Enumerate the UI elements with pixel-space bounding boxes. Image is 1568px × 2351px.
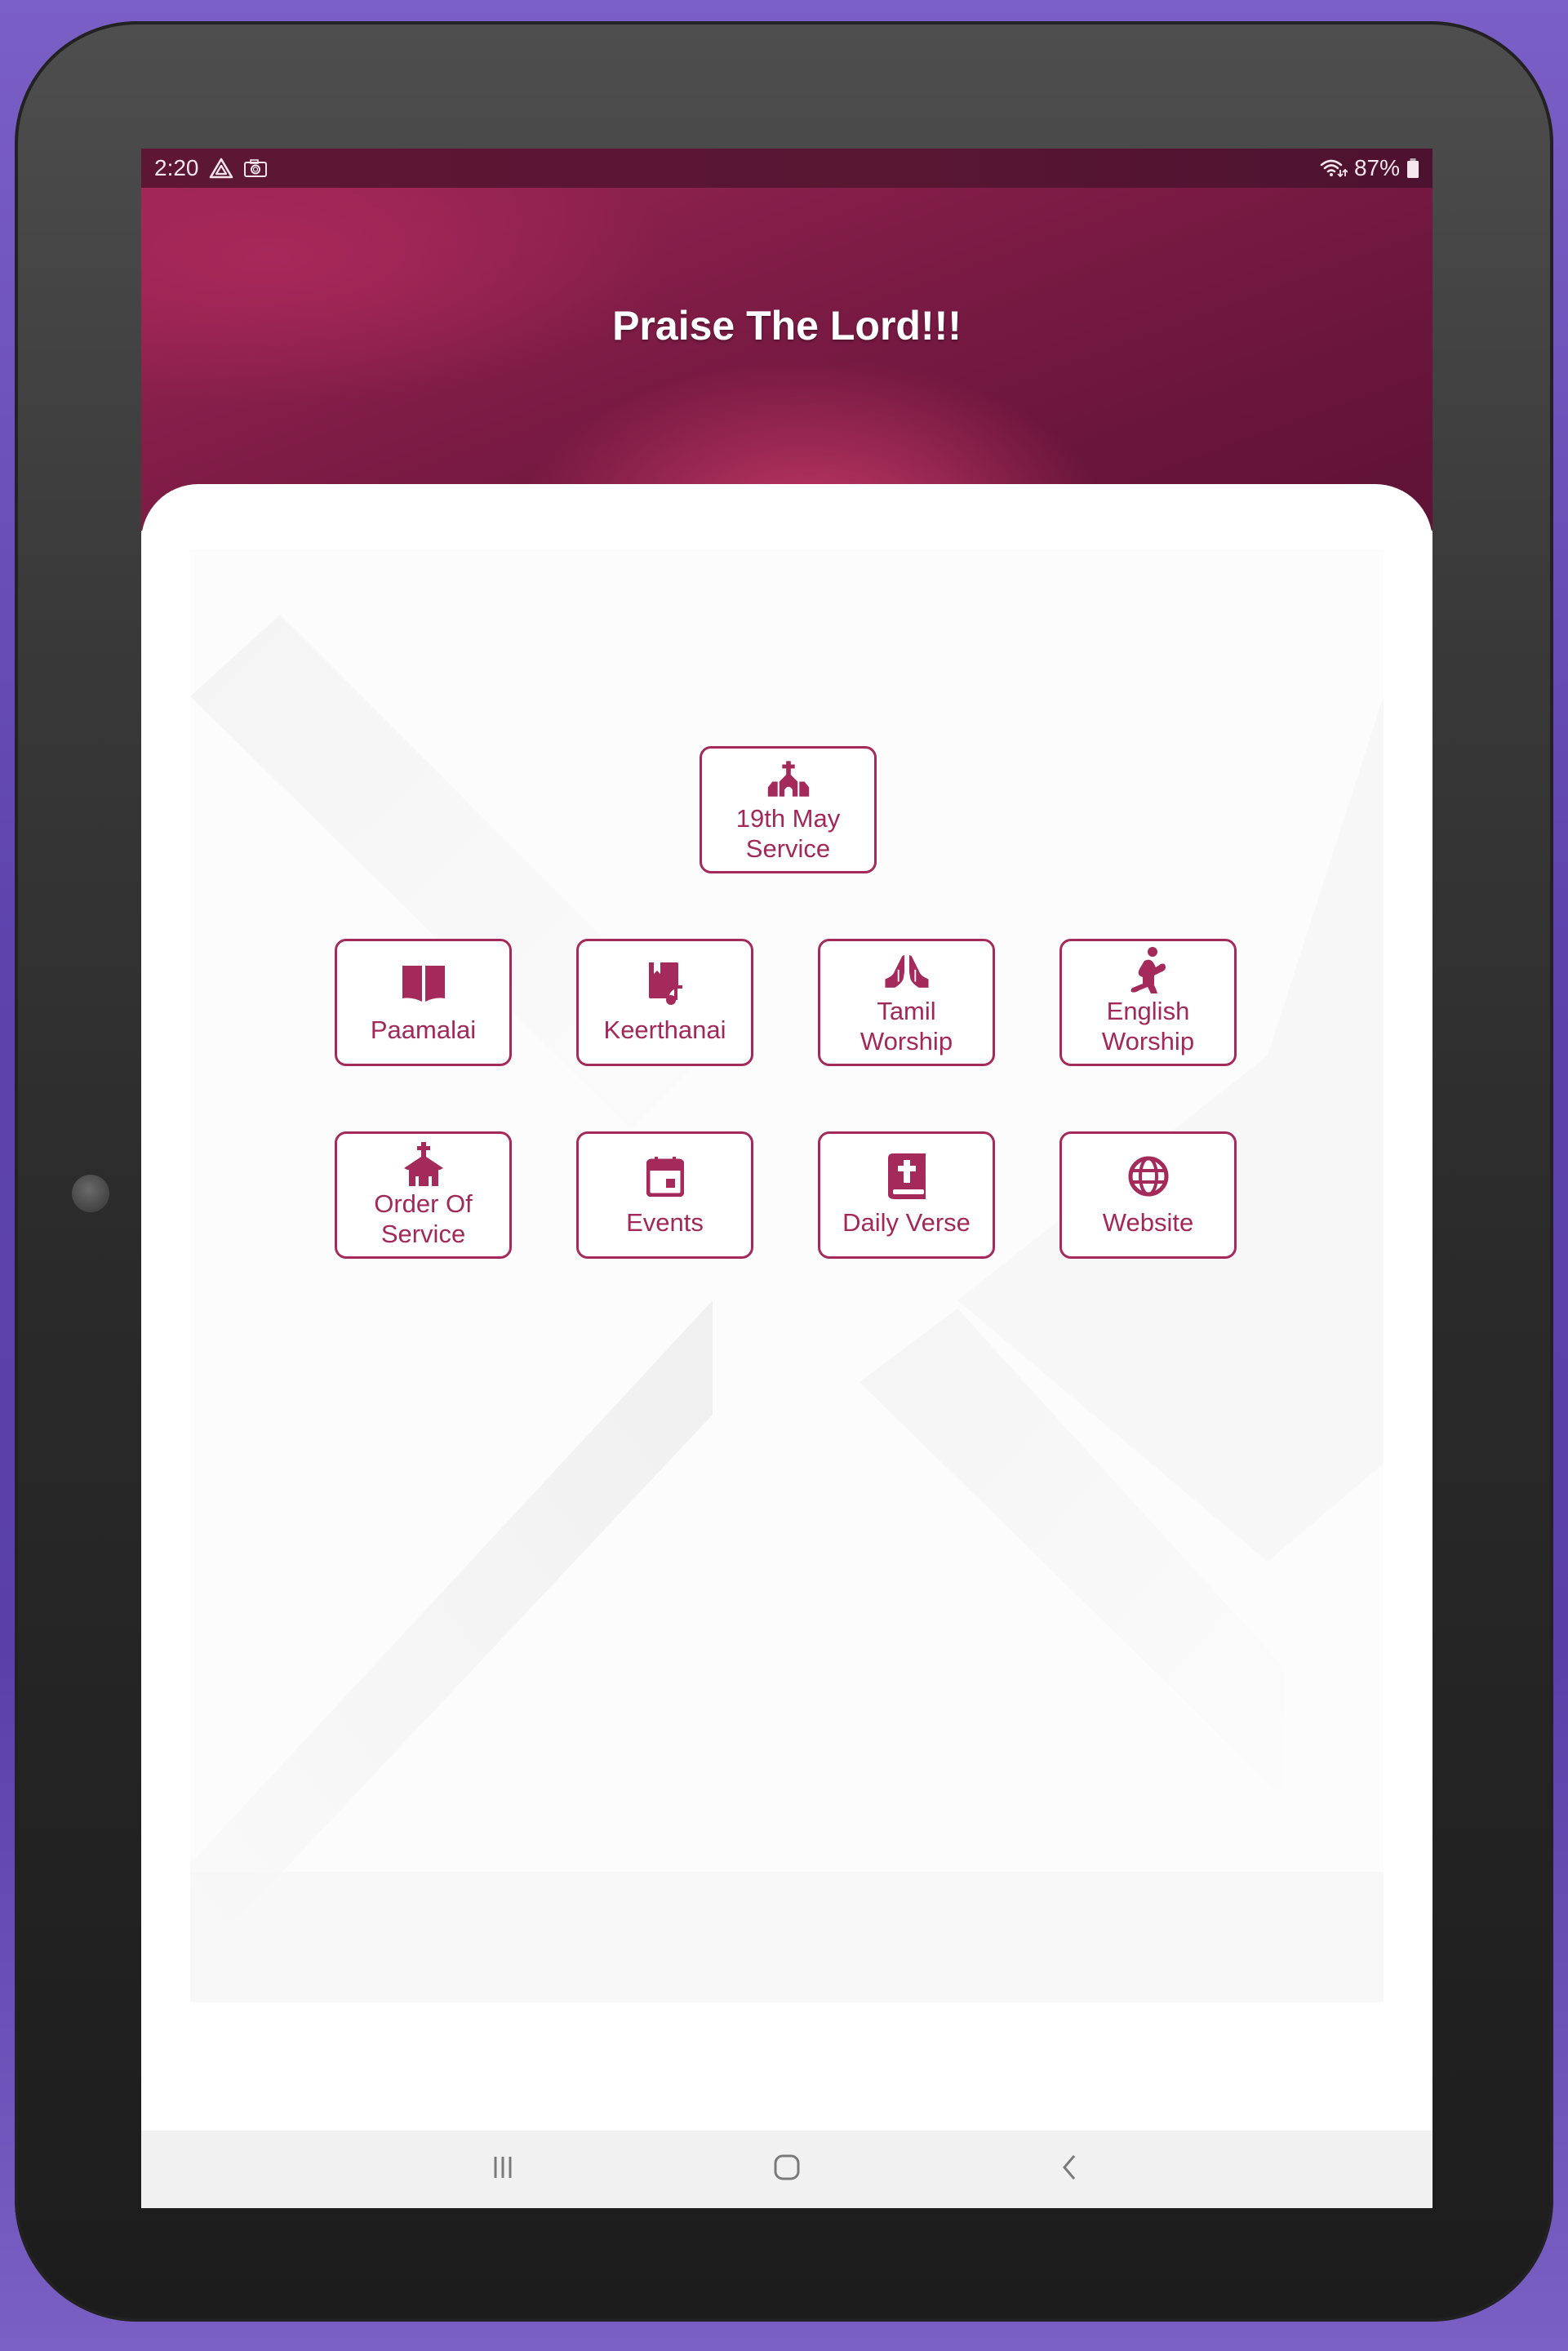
tile-label: Tamil Worship xyxy=(860,997,953,1056)
music-book-icon xyxy=(642,961,688,1007)
tile-label: 19th May Service xyxy=(735,804,841,863)
events-button[interactable]: Events xyxy=(576,1131,753,1259)
back-icon xyxy=(1059,2153,1079,2185)
drive-icon xyxy=(209,158,233,179)
tile-label: Paamalai xyxy=(370,1015,477,1044)
wifi-icon xyxy=(1320,158,1348,179)
calendar-icon xyxy=(642,1153,688,1199)
battery-icon xyxy=(1406,158,1419,179)
tile-label: Order Of Service xyxy=(374,1189,473,1248)
tile-label: Daily Verse xyxy=(842,1207,971,1237)
system-nav-bar xyxy=(141,2131,1433,2208)
service-19th-may-button[interactable]: 19th May Service xyxy=(700,746,877,873)
tile-label: Events xyxy=(626,1207,704,1237)
kneeling-prayer-icon xyxy=(1126,947,1171,994)
keerthanai-button[interactable]: Keerthanai xyxy=(576,939,753,1066)
bible-icon xyxy=(884,1153,930,1199)
app-screen: 2:20 87% Praise The Lord!!! 19th May Ser… xyxy=(141,149,1433,2208)
app-header: Praise The Lord!!! xyxy=(141,188,1433,531)
status-bar: 2:20 87% xyxy=(141,149,1433,188)
home-button[interactable] xyxy=(738,2131,836,2208)
battery-percent: 87% xyxy=(1353,155,1400,180)
church-icon xyxy=(766,756,811,802)
recent-apps-icon xyxy=(491,2154,515,2184)
content-card: 19th May Service Paamalai Keerthanai Tam… xyxy=(141,484,1433,2131)
front-camera xyxy=(72,1175,109,1212)
paamalai-button[interactable]: Paamalai xyxy=(335,939,512,1066)
camera-icon xyxy=(243,158,268,178)
tamil-worship-button[interactable]: Tamil Worship xyxy=(818,939,995,1066)
website-button[interactable]: Website xyxy=(1059,1131,1237,1259)
home-icon xyxy=(773,2153,801,2185)
chapel-icon xyxy=(401,1141,446,1187)
book-open-icon xyxy=(401,961,446,1007)
back-button[interactable] xyxy=(1020,2131,1118,2208)
english-worship-button[interactable]: English Worship xyxy=(1059,939,1237,1066)
daily-verse-button[interactable]: Daily Verse xyxy=(818,1131,995,1259)
globe-icon xyxy=(1126,1153,1171,1199)
page-title: Praise The Lord!!! xyxy=(612,303,962,349)
tile-label: Website xyxy=(1102,1207,1194,1237)
order-of-service-button[interactable]: Order Of Service xyxy=(335,1131,512,1259)
recent-apps-button[interactable] xyxy=(454,2131,552,2208)
tile-label: English Worship xyxy=(1101,997,1195,1056)
tile-label: Keerthanai xyxy=(603,1015,726,1044)
background-watermark xyxy=(190,549,1384,2002)
status-time: 2:20 xyxy=(154,155,199,180)
praying-hands-icon xyxy=(884,949,930,994)
